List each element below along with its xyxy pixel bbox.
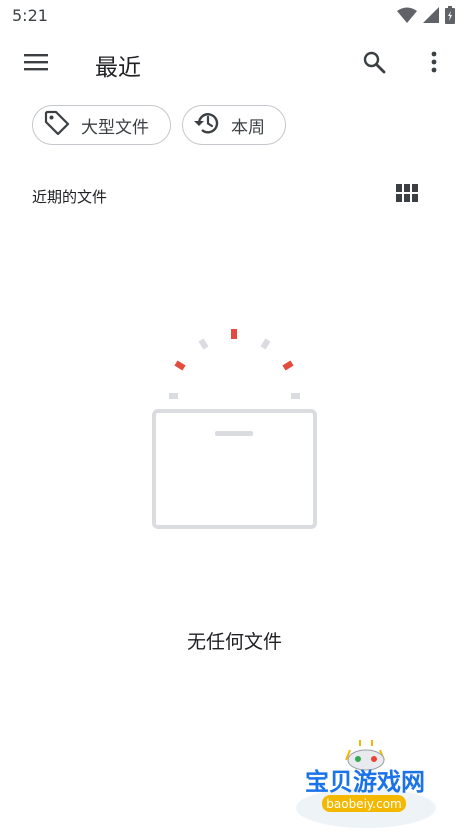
app-bar: 最近 [0, 32, 469, 94]
chip-large-files[interactable]: 大型文件 [32, 105, 171, 145]
status-icons [397, 6, 455, 28]
grid-view-button[interactable] [392, 181, 422, 209]
more-options-button[interactable] [418, 44, 450, 84]
screen: 5:21 最近 大型文件 本周 近期的文件 无任何文件 宝贝游戏网 baobei… [0, 0, 469, 834]
history-icon [193, 109, 221, 142]
chip-large-files-label: 大型文件 [81, 117, 149, 138]
status-time: 5:21 [12, 6, 48, 25]
page-title: 最近 [95, 55, 141, 81]
empty-folder-illustration [145, 322, 325, 534]
watermark-domain: baobeiy.com [326, 797, 401, 811]
watermark-brand: 宝贝游戏网 [305, 768, 425, 796]
grid-view-icon [396, 184, 418, 206]
empty-state-message: 无任何文件 [186, 631, 282, 653]
battery-icon [445, 6, 455, 28]
section-label: 近期的文件 [32, 188, 108, 206]
menu-button[interactable] [16, 44, 56, 84]
wifi-icon [397, 7, 417, 27]
menu-icon [24, 53, 48, 75]
status-bar: 5:21 [0, 0, 469, 32]
search-icon [362, 50, 386, 78]
chip-this-week-label: 本周 [231, 117, 265, 138]
signal-icon [423, 7, 439, 27]
search-button[interactable] [354, 44, 394, 84]
tag-icon [43, 109, 71, 142]
more-vert-icon [431, 51, 437, 77]
chip-this-week[interactable]: 本周 [182, 105, 286, 145]
watermark-logo: 宝贝游戏网 baobeiy.com [290, 738, 440, 830]
